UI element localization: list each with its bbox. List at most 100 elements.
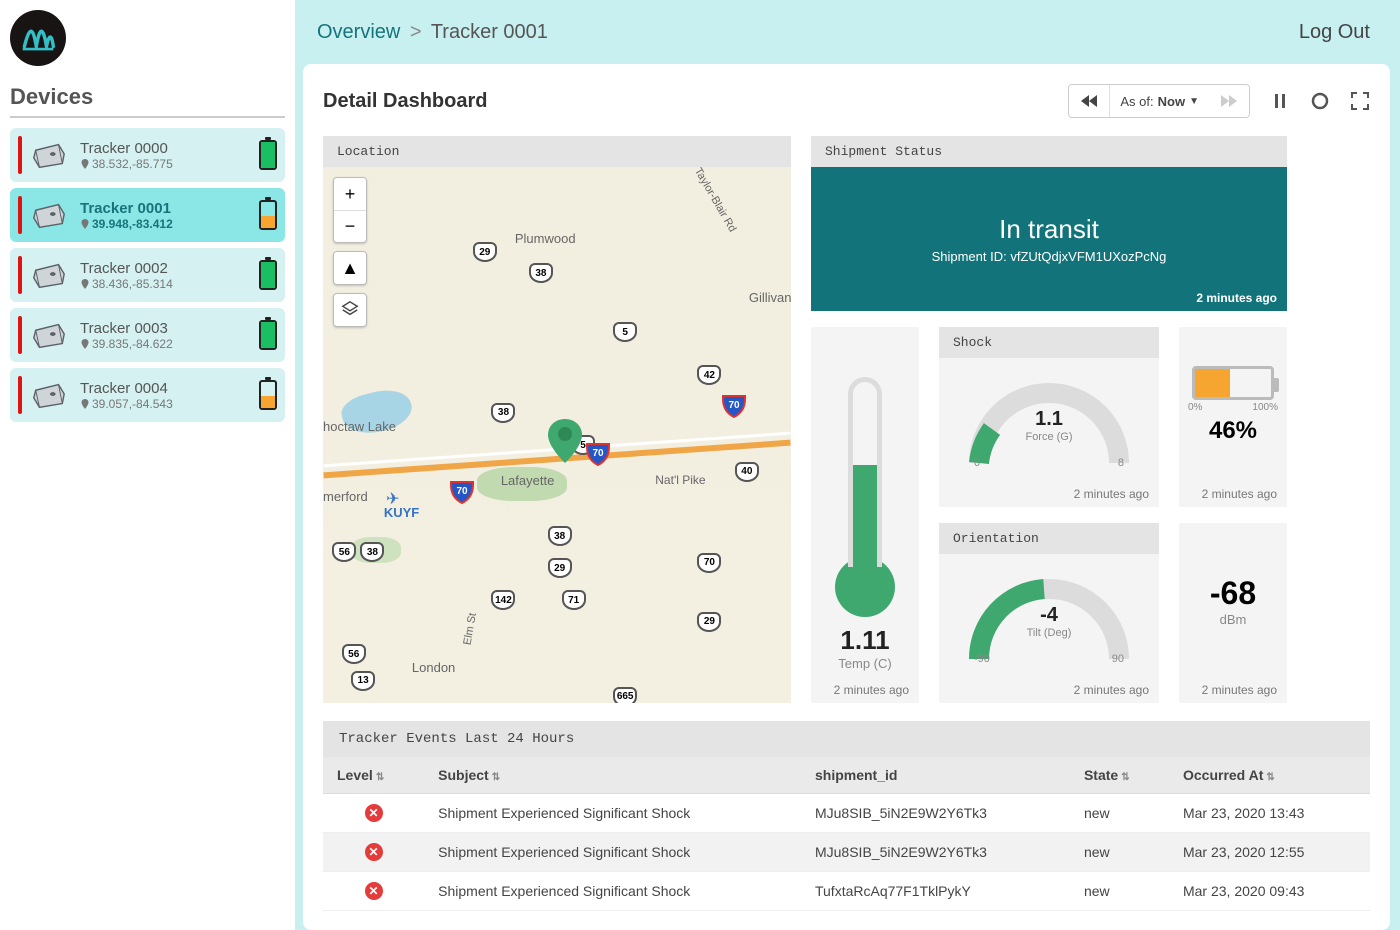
breadcrumb: Overview > Tracker 0001 <box>317 21 548 44</box>
battery-value: 46% <box>1209 417 1257 445</box>
col-level[interactable]: Level⇅ <box>323 757 424 794</box>
shipment-status-card: Shipment Status In transit Shipment ID: … <box>811 136 1287 311</box>
breadcrumb-root[interactable]: Overview <box>317 21 400 43</box>
tracker-icon <box>28 196 70 234</box>
sidebar-item-tracker-0002[interactable]: Tracker 000238.436,-85.314 <box>10 248 285 302</box>
temperature-value: 1.11 <box>840 625 889 656</box>
thermometer-icon <box>848 377 882 567</box>
battery-icon <box>259 320 277 350</box>
alert-indicator <box>18 136 22 174</box>
cell-occurred: Mar 23, 2020 09:43 <box>1169 872 1370 911</box>
signal-card: -68 dBm 2 minutes ago <box>1179 523 1287 703</box>
map-pin-icon <box>548 419 582 463</box>
alert-indicator <box>18 316 22 354</box>
error-icon: ✕ <box>365 882 383 900</box>
alert-indicator <box>18 376 22 414</box>
device-coords: 38.532,-85.775 <box>80 157 259 171</box>
svg-text:70: 70 <box>728 400 740 411</box>
location-pin-icon <box>80 159 90 169</box>
table-row[interactable]: ✕Shipment Experienced Significant ShockM… <box>323 833 1370 872</box>
tracker-icon <box>28 376 70 414</box>
temperature-card: 1.11 Temp (C) 2 minutes ago <box>811 327 919 703</box>
alert-indicator <box>18 256 22 294</box>
device-list: Tracker 000038.532,-85.775Tracker 000139… <box>10 128 285 422</box>
signal-value: -68 <box>1210 575 1256 612</box>
events-table: Level⇅ Subject⇅ shipment_id State⇅ Occur… <box>323 757 1370 911</box>
cell-occurred: Mar 23, 2020 12:55 <box>1169 833 1370 872</box>
fullscreen-icon[interactable] <box>1350 91 1370 111</box>
sidebar-item-tracker-0000[interactable]: Tracker 000038.532,-85.775 <box>10 128 285 182</box>
cell-state: new <box>1070 794 1169 833</box>
battery-icon <box>259 380 277 410</box>
map[interactable]: Plumwood Lafayette London Gillivan hocta… <box>323 167 791 703</box>
cell-subject: Shipment Experienced Significant Shock <box>424 872 801 911</box>
layers-button[interactable] <box>334 294 366 326</box>
tracker-icon <box>28 136 70 174</box>
rewind-button[interactable] <box>1069 85 1110 117</box>
location-pin-icon <box>80 219 90 229</box>
shipment-id: Shipment ID: vfZUtQdjxVFM1UXozPcNg <box>932 249 1167 264</box>
page-title: Detail Dashboard <box>323 90 487 113</box>
battery-card: 0%100% 46% 2 minutes ago <box>1179 327 1287 507</box>
battery-icon <box>259 140 277 170</box>
sidebar: Devices Tracker 000038.532,-85.775 Tracke… <box>0 0 295 930</box>
alert-indicator <box>18 196 22 234</box>
error-icon: ✕ <box>365 804 383 822</box>
device-coords: 38.436,-85.314 <box>80 277 259 291</box>
device-coords: 39.057,-84.543 <box>80 397 259 411</box>
table-row[interactable]: ✕ Shipment Experienced Significant ShockT… <box>323 872 1370 911</box>
pause-icon[interactable] <box>1270 91 1290 111</box>
cell-state: new <box>1070 872 1169 911</box>
location-pin-icon <box>80 399 90 409</box>
cell-shipment: TufxtaRcAq77F1TklPykY <box>801 872 1070 911</box>
battery-icon <box>259 260 277 290</box>
device-coords: 39.835,-84.622 <box>80 337 259 351</box>
cell-subject: Shipment Experienced Significant Shock <box>424 794 801 833</box>
col-shipment[interactable]: shipment_id <box>801 757 1070 794</box>
error-icon: ✕ <box>365 843 383 861</box>
tracker-icon <box>28 256 70 294</box>
sidebar-item-tracker-0004[interactable]: Tracker 000439.057,-84.543 <box>10 368 285 422</box>
col-state[interactable]: State⇅ <box>1070 757 1169 794</box>
svg-text:70: 70 <box>593 448 605 459</box>
events-card-header: Tracker Events Last 24 Hours <box>323 721 1370 757</box>
zoom-out-button[interactable]: − <box>334 210 366 242</box>
shipment-status-header: Shipment Status <box>811 136 1287 167</box>
device-name: Tracker 0003 <box>80 320 259 337</box>
shipment-timestamp: 2 minutes ago <box>1196 291 1277 305</box>
events-card: Tracker Events Last 24 Hours Level⇅ Subj… <box>323 721 1370 911</box>
breadcrumb-separator: > <box>410 21 422 43</box>
sidebar-item-tracker-0003[interactable]: Tracker 000339.835,-84.622 <box>10 308 285 362</box>
sidebar-item-tracker-0001[interactable]: Tracker 000139.948,-83.412 <box>10 188 285 242</box>
battery-icon <box>1192 366 1274 400</box>
device-coords: 39.948,-83.412 <box>80 217 259 231</box>
time-control: As of: Now ▼ <box>1068 84 1250 118</box>
battery-icon <box>259 200 277 230</box>
detail-panel: Detail Dashboard As of: Now ▼ <box>303 64 1390 930</box>
device-name: Tracker 0004 <box>80 380 259 397</box>
devices-heading: Devices <box>10 80 285 118</box>
shock-card: Shock 1.1 Force (G) 0 8 2 minutes <box>939 327 1159 507</box>
refresh-icon[interactable] <box>1310 91 1330 111</box>
breadcrumb-leaf: Tracker 0001 <box>431 21 548 43</box>
logout-link[interactable]: Log Out <box>1299 21 1370 44</box>
location-card-header: Location <box>323 136 791 167</box>
col-occurred[interactable]: Occurred At⇅ <box>1169 757 1370 794</box>
orient-north-button[interactable]: ▲ <box>334 252 366 284</box>
location-pin-icon <box>80 339 90 349</box>
cell-subject: Shipment Experienced Significant Shock <box>424 833 801 872</box>
device-name: Tracker 0001 <box>80 200 259 217</box>
orientation-card: Orientation -4 Tilt (Deg) -90 90 2 <box>939 523 1159 703</box>
device-name: Tracker 0002 <box>80 260 259 277</box>
cell-shipment: MJu8SIB_5iN2E9W2Y6Tk3 <box>801 794 1070 833</box>
zoom-in-button[interactable]: + <box>334 178 366 210</box>
table-row[interactable]: ✕ Shipment Experienced Significant ShockM… <box>323 794 1370 833</box>
brand-logo <box>10 10 66 66</box>
location-pin-icon <box>80 279 90 289</box>
asof-dropdown[interactable]: As of: Now ▼ <box>1110 85 1209 117</box>
cell-shipment: MJu8SIB_5iN2E9W2Y6Tk3 <box>801 833 1070 872</box>
location-card: Location Plumwood Lafayette London Gilli… <box>323 136 791 703</box>
forward-button[interactable] <box>1209 85 1249 117</box>
tracker-icon <box>28 316 70 354</box>
col-subject[interactable]: Subject⇅ <box>424 757 801 794</box>
